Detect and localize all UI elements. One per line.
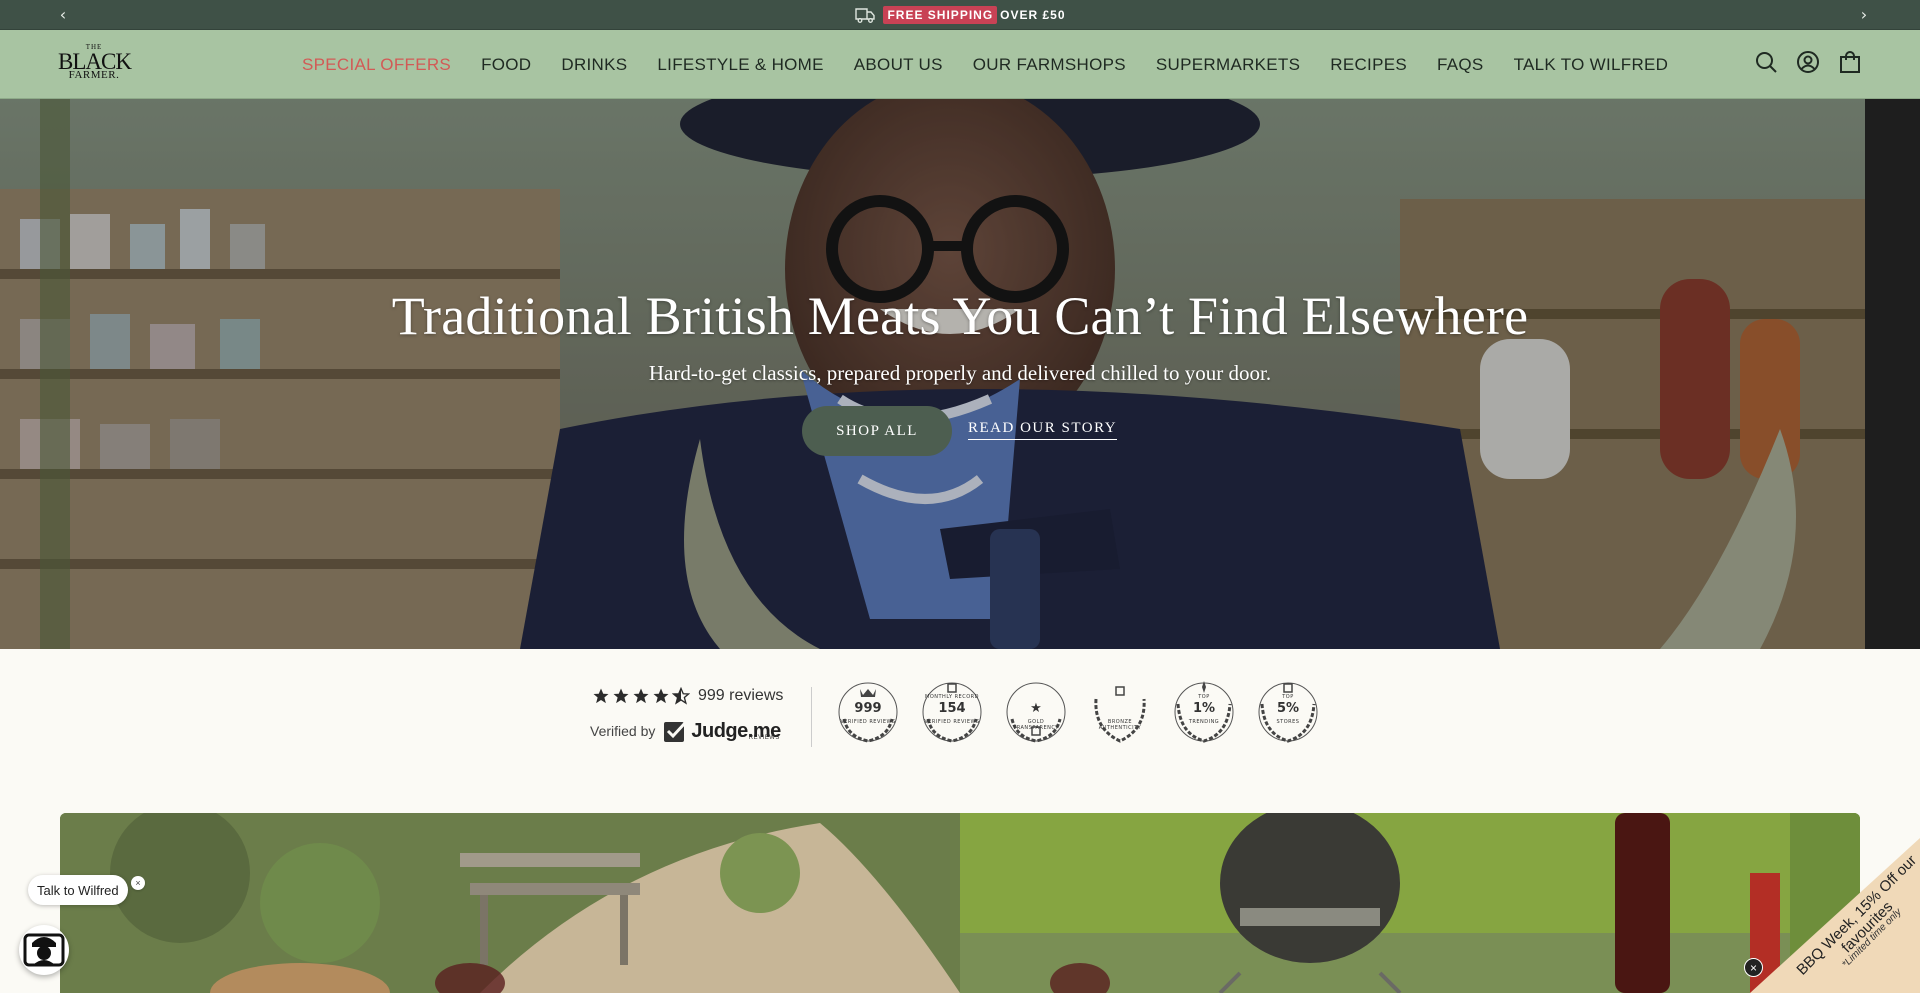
badge-bronze-authenticity[interactable]: BRONZE AUTHENTICITY <box>1088 679 1152 745</box>
nav-supermarkets[interactable]: SUPERMARKETS <box>1156 55 1300 75</box>
nav-drinks[interactable]: DRINKS <box>561 55 627 75</box>
badge-big-text: 5% <box>1276 701 1300 716</box>
talk-to-wilfred-pill[interactable]: Talk to Wilfred <box>28 875 128 905</box>
judgeme-check-icon <box>663 719 687 743</box>
nav-lifestyle-home[interactable]: LIFESTYLE & HOME <box>657 55 823 75</box>
nav-our-farmshops[interactable]: OUR FARMSHOPS <box>973 55 1126 75</box>
main-nav: SPECIAL OFFERS FOOD DRINKS LIFESTYLE & H… <box>302 30 1698 99</box>
read-our-story-link[interactable]: READ OUR STORY <box>968 420 1118 440</box>
account-icon[interactable] <box>1796 50 1820 74</box>
site-header: THE BLACK FARMER. SPECIAL OFFERS FOOD DR… <box>0 30 1920 99</box>
badge-bottom-text: STORES <box>1276 719 1300 725</box>
badge-top-text: TOP <box>1198 694 1210 700</box>
badge-top-text: TOP <box>1282 694 1294 700</box>
free-shipping-threshold: OVER £50 <box>1000 8 1066 22</box>
badge-top-text: MONTHLY RECORD <box>925 694 979 700</box>
rating-summary[interactable]: 999 reviews <box>592 686 784 705</box>
badge-big-text: 154 <box>938 701 966 716</box>
close-icon[interactable]: × <box>131 876 145 890</box>
black-farmer-logo[interactable]: THE BLACK FARMER. <box>58 44 132 84</box>
announcement-next-arrow[interactable]: › <box>1854 5 1874 25</box>
garden-photo <box>60 813 1860 993</box>
badge-top-trending[interactable]: TOP 1% TRENDING <box>1172 679 1236 745</box>
star-rating <box>592 686 691 705</box>
badge-big-text: 1% <box>1192 701 1216 716</box>
verified-by-label: Verified by <box>590 723 656 739</box>
badge-monthly-record[interactable]: MONTHLY RECORD 154 VERIFIED REVIEWS <box>920 679 984 745</box>
nav-food[interactable]: FOOD <box>481 55 531 75</box>
nav-special-offers[interactable]: SPECIAL OFFERS <box>302 55 451 75</box>
nav-recipes[interactable]: RECIPES <box>1330 55 1407 75</box>
delivery-truck-icon <box>854 6 876 24</box>
badge-big-text: ★ <box>1030 701 1042 716</box>
judgeme-logo: Judge.me REVIEWS <box>663 719 816 743</box>
hero-banner: Traditional British Meats You Can’t Find… <box>0 99 1920 649</box>
hero-title: Traditional British Meats You Can’t Find… <box>391 286 1529 346</box>
garden-bbq-banner[interactable] <box>60 813 1860 993</box>
logo-farmer: FARMER. <box>68 69 120 81</box>
shop-all-button[interactable]: SHOP ALL <box>802 406 952 456</box>
promo-close-icon[interactable]: × <box>1744 958 1763 977</box>
nav-talk-to-wilfred[interactable]: TALK TO WILFRED <box>1514 55 1669 75</box>
star-full-icon <box>612 687 630 705</box>
badge-gold-transparency[interactable]: ★ GOLD TRANSPARENCY <box>1004 679 1068 745</box>
badge-top-stores[interactable]: TOP 5% STORES <box>1256 679 1320 745</box>
badge-verified-reviews[interactable]: 999 VERIFIED REVIEWS <box>836 679 900 745</box>
nav-faqs[interactable]: FAQS <box>1437 55 1484 75</box>
free-shipping-highlight: FREE SHIPPING <box>883 6 998 24</box>
announcement-bar: ‹ FREE SHIPPING OVER £50 › <box>0 0 1920 30</box>
reviews-divider <box>811 687 812 747</box>
verified-by[interactable]: Verified by Judge.me REVIEWS <box>590 719 816 743</box>
cart-icon[interactable] <box>1838 50 1862 74</box>
star-full-icon <box>652 687 670 705</box>
star-full-icon <box>632 687 650 705</box>
reviews-strip: 999 reviews Verified by Judge.me REVIEWS… <box>0 649 1920 813</box>
badge-bottom-text: TRENDING <box>1188 719 1220 725</box>
star-half-icon <box>671 686 691 705</box>
star-full-icon <box>592 687 610 705</box>
badge-bottom-text: BRONZE AUTHENTICITY <box>1098 719 1142 731</box>
judgeme-sub: REVIEWS <box>748 735 780 741</box>
review-count: 999 reviews <box>698 687 784 704</box>
badge-bottom-text: GOLD TRANSPARENCY <box>1013 719 1059 731</box>
badge-bottom-text: VERIFIED REVIEWS <box>840 719 896 725</box>
badge-bottom-text: VERIFIED REVIEWS <box>924 719 980 725</box>
hero-subtitle: Hard-to-get classics, prepared properly … <box>648 361 1272 385</box>
review-badges: 999 VERIFIED REVIEWS MONTHLY RECORD 154 … <box>836 679 1320 745</box>
search-icon[interactable] <box>1754 50 1778 74</box>
announcement-message: FREE SHIPPING OVER £50 <box>0 0 1920 30</box>
badge-big-text: 999 <box>854 701 882 716</box>
wilfred-avatar[interactable] <box>19 925 69 975</box>
header-actions <box>1754 50 1862 74</box>
nav-about-us[interactable]: ABOUT US <box>854 55 943 75</box>
